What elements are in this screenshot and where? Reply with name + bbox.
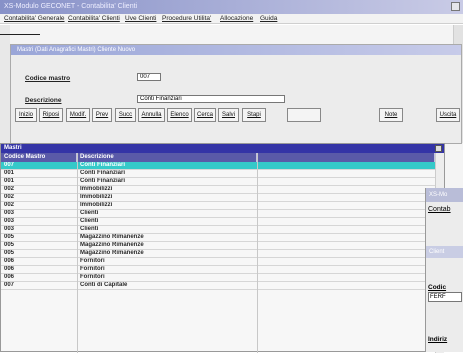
window-title: XS-Modulo GECONET - Contabilita' Clienti — [4, 3, 138, 10]
indirizzo-label: Indiriz — [428, 336, 448, 343]
row-description: Fornitori — [80, 258, 105, 264]
clienti-window-title: XS-Mo — [426, 188, 463, 202]
row-code: 007 — [4, 162, 15, 168]
inizio-button[interactable]: Inizio — [15, 108, 37, 122]
row-description: Conti di Capitale — [80, 282, 128, 288]
master-form-window: Mastri (Dati Anagrafici Mastri) Cliente … — [10, 44, 462, 144]
table-row[interactable]: 003 Clienti — [1, 210, 444, 218]
row-code: 007 — [4, 282, 15, 288]
menu-allocazione[interactable]: Allocazione — [220, 15, 253, 23]
close-window-button[interactable] — [451, 2, 460, 11]
table-row[interactable]: 006 Fornitori — [1, 266, 444, 274]
table-row[interactable]: 006 Fornitori — [1, 274, 444, 282]
riposi-button[interactable]: Riposi — [39, 108, 63, 122]
table-row[interactable]: 005 Magazzino Rimanenze — [1, 242, 444, 250]
descrizione-input[interactable]: Conti Finanziari — [137, 95, 285, 103]
note-button[interactable]: Note — [379, 108, 403, 122]
mastri-list-window: Mastri Codice Mastro Descrizione 007 Cont… — [0, 143, 445, 353]
row-code: 002 — [4, 202, 15, 208]
row-description: Fornitori — [80, 274, 105, 280]
row-code: 001 — [4, 178, 15, 184]
column-divider — [77, 153, 78, 353]
row-description: Immobilizzi — [80, 202, 113, 208]
row-code: 002 — [4, 186, 15, 192]
clienti-window-menu[interactable]: Contab — [426, 202, 463, 218]
row-code: 003 — [4, 226, 15, 232]
table-row[interactable]: 001 Conti Finanziari — [1, 170, 444, 178]
stapi-button[interactable]: Stapi — [242, 108, 266, 122]
succ-button[interactable]: Succ — [115, 108, 136, 122]
modif-button[interactable]: Modif. — [66, 108, 90, 122]
salvi-button[interactable]: Salvi — [218, 108, 239, 122]
row-description: Clienti — [80, 218, 99, 224]
table-row[interactable]: 005 Magazzino Rimanenze — [1, 234, 444, 242]
column-header-codice[interactable]: Codice Mastro — [1, 153, 77, 162]
row-description: Magazzino Rimanenze — [80, 234, 144, 240]
row-code: 005 — [4, 242, 15, 248]
row-code: 005 — [4, 250, 15, 256]
table-row[interactable]: 002 Immobilizzi — [1, 194, 444, 202]
table-row[interactable]: 003 Clienti — [1, 226, 444, 234]
row-description: Fornitori — [80, 266, 105, 272]
row-description: Immobilizzi — [80, 186, 113, 192]
list-title-bar: Mastri — [1, 144, 444, 153]
row-code: 001 — [4, 170, 15, 176]
row-code: 006 — [4, 266, 15, 272]
row-description: Conti Finanziari — [80, 170, 125, 176]
column-header-descrizione[interactable]: Descrizione — [77, 153, 257, 162]
menu-uve-clienti[interactable]: Uve Clienti — [125, 15, 156, 23]
row-description: Immobilizzi — [80, 194, 113, 200]
menu-contabilita-generale[interactable]: Contabilita' Generale — [4, 15, 65, 23]
row-description: Conti Finanziari — [80, 178, 125, 184]
prev-button[interactable]: Prev — [92, 108, 112, 122]
row-code: 006 — [4, 274, 15, 280]
table-row[interactable]: 002 Immobilizzi — [1, 202, 444, 210]
window-title-bar: XS-Modulo GECONET - Contabilita' Clienti — [0, 0, 463, 14]
table-row[interactable]: 003 Clienti — [1, 218, 444, 226]
table-row[interactable]: 006 Fornitori — [1, 258, 444, 266]
row-description: Clienti — [80, 210, 99, 216]
codice-mastro-label: Codice mastro — [25, 75, 71, 82]
menu-procedure-utilita[interactable]: Procedure Utilita' — [162, 15, 211, 23]
uscita-button[interactable]: Uscita — [436, 108, 460, 122]
column-header-extra[interactable] — [257, 153, 435, 162]
codice-cliente-label: Codic — [428, 284, 447, 291]
list-header: Codice Mastro Descrizione — [1, 153, 444, 162]
codice-cliente-input[interactable]: FERF — [428, 292, 462, 302]
row-code: 002 — [4, 194, 15, 200]
menu-guida[interactable]: Guida — [260, 15, 277, 23]
row-code: 003 — [4, 210, 15, 216]
cerca-button[interactable]: Cerca — [194, 108, 216, 122]
list-close-icon[interactable] — [435, 145, 442, 152]
elenco-button[interactable]: Elenco — [167, 108, 192, 122]
row-description: Magazzino Rimanenze — [80, 242, 144, 248]
row-code: 005 — [4, 234, 15, 240]
blank-button[interactable] — [287, 108, 321, 122]
form-title-bar: Mastri (Dati Anagrafici Mastri) Cliente … — [11, 45, 461, 55]
clienti-form-title: Client — [426, 246, 463, 258]
row-code: 003 — [4, 218, 15, 224]
table-row[interactable]: 005 Magazzino Rimanenze — [1, 250, 444, 258]
menu-bar: Contabilita' Generale Contabilita' Clien… — [0, 14, 463, 24]
menu-contabilita-clienti[interactable]: Contabilita' Clienti — [68, 15, 120, 23]
row-description: Clienti — [80, 226, 99, 232]
row-code: 006 — [4, 258, 15, 264]
codice-mastro-input[interactable]: 007 — [137, 73, 161, 81]
column-divider — [257, 153, 258, 353]
row-description: Magazzino Rimanenze — [80, 250, 144, 256]
annulla-button[interactable]: Annulla — [138, 108, 165, 122]
table-row[interactable]: 007 Conti di Capitale — [1, 282, 444, 290]
table-row[interactable]: 001 Conti Finanziari — [1, 178, 444, 186]
clienti-window: XS-Mo Contab Client Codic FERF Indiriz — [425, 188, 463, 352]
row-description: Conti Finanziari — [80, 162, 125, 168]
table-row[interactable]: 007 Conti Finanziari — [1, 162, 444, 170]
pointer-line — [0, 34, 40, 35]
table-row[interactable]: 002 Immobilizzi — [1, 186, 444, 194]
descrizione-label: Descrizione — [25, 97, 62, 104]
